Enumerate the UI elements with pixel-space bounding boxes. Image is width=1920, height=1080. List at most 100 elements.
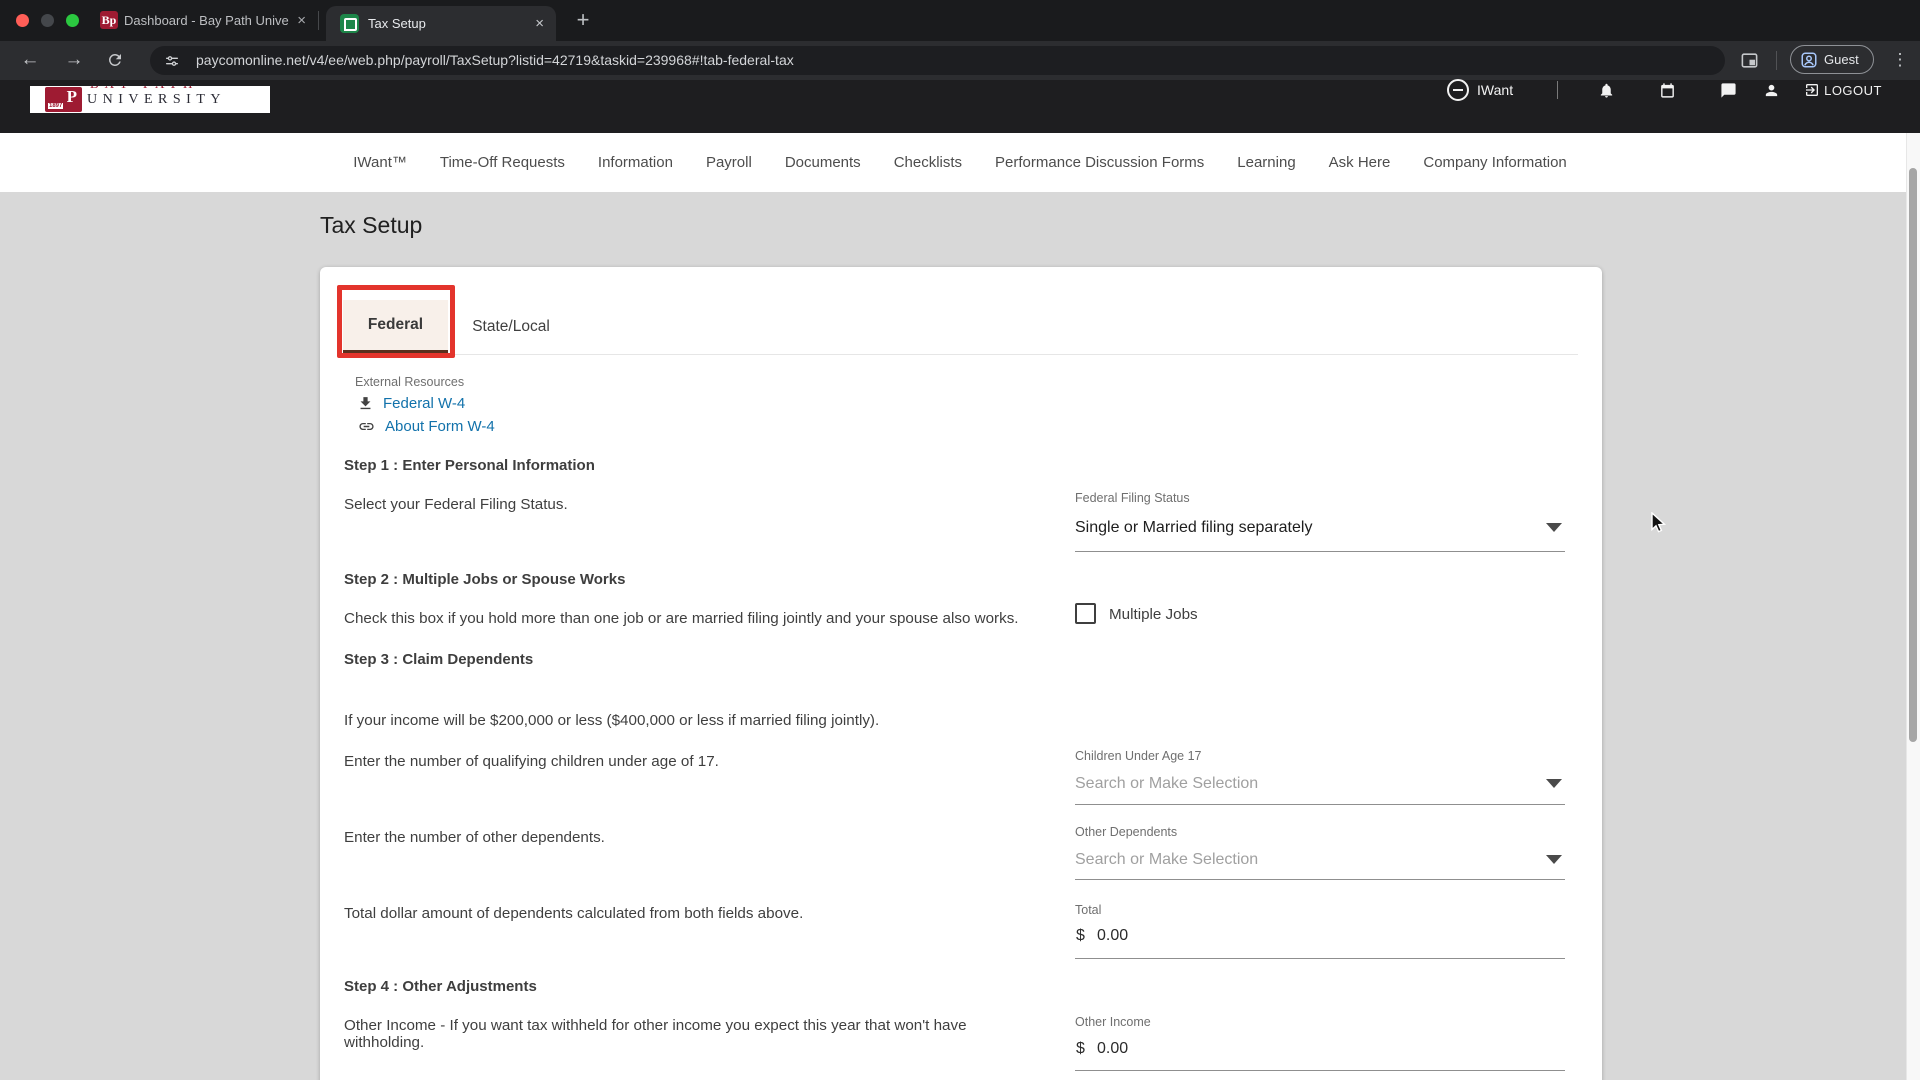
about-form-w4-link[interactable]: About Form W-4 <box>385 418 495 435</box>
nav-item-iwant[interactable]: IWant™ <box>353 154 407 171</box>
nav-item-information[interactable]: Information <box>598 154 673 171</box>
nav-item-checklists[interactable]: Checklists <box>894 154 962 171</box>
step2-heading: Step 2 : Multiple Jobs or Spouse Works <box>344 571 625 588</box>
nav-item-performance-discussion-forms[interactable]: Performance Discussion Forms <box>995 154 1204 171</box>
header-divider: | <box>1557 81 1558 99</box>
browser-tab-tax-setup-active[interactable]: Tax Setup × <box>326 6 556 41</box>
screen: Bp Dashboard - Bay Path Univers × Tax Se… <box>0 0 1920 1080</box>
paycom-favicon-icon <box>340 14 359 33</box>
tab-state-local[interactable]: State/Local <box>452 300 570 353</box>
iwant-icon <box>1447 79 1469 101</box>
multiple-jobs-label: Multiple Jobs <box>1109 606 1198 623</box>
step4-other-income-desc: Other Income - If you want tax withheld … <box>344 1017 1034 1051</box>
nav-item-documents[interactable]: Documents <box>785 154 861 171</box>
about-form-w4-link-row: About Form W-4 <box>357 416 495 436</box>
step3-total-desc: Total dollar amount of dependents calcul… <box>344 905 1034 922</box>
page-title: Tax Setup <box>320 212 422 239</box>
other-dependents-input[interactable] <box>1075 851 1515 869</box>
filing-status-value[interactable]: Single or Married filing separately <box>1075 519 1312 537</box>
notifications-bell-icon[interactable] <box>1598 82 1615 99</box>
children-under-17-input[interactable] <box>1075 775 1515 793</box>
window-close-button[interactable] <box>16 14 29 27</box>
tab-title: Tax Setup <box>368 6 518 41</box>
field-underline <box>1075 804 1565 805</box>
field-underline <box>1075 1070 1565 1071</box>
browser-tab-dashboard[interactable]: Bp Dashboard - Bay Path Univers × <box>88 0 316 41</box>
other-income-label: Other Income <box>1075 1015 1151 1029</box>
step3-other-desc: Enter the number of other dependents. <box>344 829 1034 846</box>
chevron-down-icon[interactable] <box>1546 523 1562 532</box>
chevron-down-icon[interactable] <box>1546 855 1562 864</box>
guest-avatar-icon <box>1800 51 1818 69</box>
tab-close-icon[interactable]: × <box>297 0 306 41</box>
total-input[interactable] <box>1097 927 1277 945</box>
step3-children-desc: Enter the number of qualifying children … <box>344 753 1034 770</box>
tab-title: Dashboard - Bay Path Univers <box>124 0 289 41</box>
browser-menu-icon[interactable]: ⋮ <box>1890 41 1910 80</box>
chevron-down-icon[interactable] <box>1546 779 1562 788</box>
step1-heading: Step 1 : Enter Personal Information <box>344 457 595 474</box>
window-zoom-button[interactable] <box>66 14 79 27</box>
nav-item-time-off-requests[interactable]: Time-Off Requests <box>440 154 565 171</box>
bay-path-shield-icon: P 1897 <box>45 87 82 112</box>
federal-tab-highlight-annotation <box>337 285 455 358</box>
logout-icon <box>1804 82 1820 98</box>
university-logo[interactable]: P 1897 BAY PATH UNIVERSITY <box>30 86 270 113</box>
main-nav: IWant™ Time-Off Requests Information Pay… <box>0 133 1920 192</box>
currency-symbol: $ <box>1076 927 1085 945</box>
step3-heading: Step 3 : Claim Dependents <box>344 651 533 668</box>
federal-w4-link[interactable]: Federal W-4 <box>383 395 465 412</box>
browser-tab-strip: Bp Dashboard - Bay Path Univers × Tax Se… <box>0 0 1920 41</box>
other-income-input[interactable] <box>1097 1040 1277 1058</box>
browser-profile-button[interactable]: Guest <box>1790 45 1874 74</box>
children-label: Children Under Age 17 <box>1075 749 1201 763</box>
window-minimize-button[interactable] <box>41 14 54 27</box>
toolbar-divider: | <box>1776 51 1777 70</box>
iwant-button[interactable]: IWant <box>1447 79 1513 101</box>
site-header: P 1897 BAY PATH UNIVERSITY IWant | <box>0 80 1920 133</box>
tab-close-icon[interactable]: × <box>535 6 544 41</box>
step2-desc: Check this box if you hold more than one… <box>344 610 1034 627</box>
guest-label: Guest <box>1824 52 1859 67</box>
profile-person-icon[interactable] <box>1763 82 1780 99</box>
new-tab-button[interactable]: + <box>568 0 598 41</box>
logo-word: UNIVERSITY <box>87 92 226 108</box>
calendar-icon[interactable] <box>1659 82 1676 99</box>
header-actions: IWant | LOGOUT <box>1447 77 1882 103</box>
tax-setup-card: Federal State/Local External Resources F… <box>320 267 1602 1080</box>
reload-icon[interactable] <box>106 51 132 71</box>
forward-icon[interactable]: → <box>61 41 87 80</box>
nav-item-company-information[interactable]: Company Information <box>1423 154 1566 171</box>
chat-icon[interactable] <box>1720 82 1737 99</box>
mouse-cursor <box>1650 512 1670 534</box>
step3-income-desc: If your income will be $200,000 or less … <box>344 712 1034 729</box>
logout-label: LOGOUT <box>1824 83 1882 98</box>
external-resources-label: External Resources <box>355 375 464 389</box>
other-dependents-label: Other Dependents <box>1075 825 1177 839</box>
nav-item-ask-here[interactable]: Ask Here <box>1329 154 1391 171</box>
field-underline <box>1075 958 1565 959</box>
download-icon <box>357 395 374 412</box>
step4-heading: Step 4 : Other Adjustments <box>344 978 537 995</box>
filing-status-label: Federal Filing Status <box>1075 491 1190 505</box>
link-icon <box>357 418 376 435</box>
nav-item-payroll[interactable]: Payroll <box>706 154 752 171</box>
multiple-jobs-checkbox[interactable] <box>1075 603 1096 624</box>
back-icon[interactable]: ← <box>17 41 43 80</box>
logout-button[interactable]: LOGOUT <box>1804 82 1882 98</box>
field-underline <box>1075 879 1565 880</box>
tab-separator <box>318 11 319 30</box>
federal-w4-link-row: Federal W-4 <box>357 393 465 413</box>
step1-desc: Select your Federal Filing Status. <box>344 496 1034 513</box>
side-panel-icon[interactable] <box>1740 51 1759 70</box>
url-bar[interactable]: paycomonline.net/v4/ee/web.php/payroll/T… <box>150 46 1725 75</box>
site-settings-icon[interactable] <box>164 53 180 69</box>
page-scrollbar-thumb[interactable] <box>1909 168 1917 742</box>
browser-toolbar: ← → paycomonline.net/v4/ee/web.php/payro… <box>0 41 1920 80</box>
iwant-label: IWant <box>1477 82 1513 98</box>
field-underline <box>1075 551 1565 552</box>
url-text[interactable]: paycomonline.net/v4/ee/web.php/payroll/T… <box>196 46 1705 75</box>
currency-symbol: $ <box>1076 1040 1085 1058</box>
bay-path-favicon-icon: Bp <box>100 11 118 29</box>
nav-item-learning[interactable]: Learning <box>1237 154 1295 171</box>
